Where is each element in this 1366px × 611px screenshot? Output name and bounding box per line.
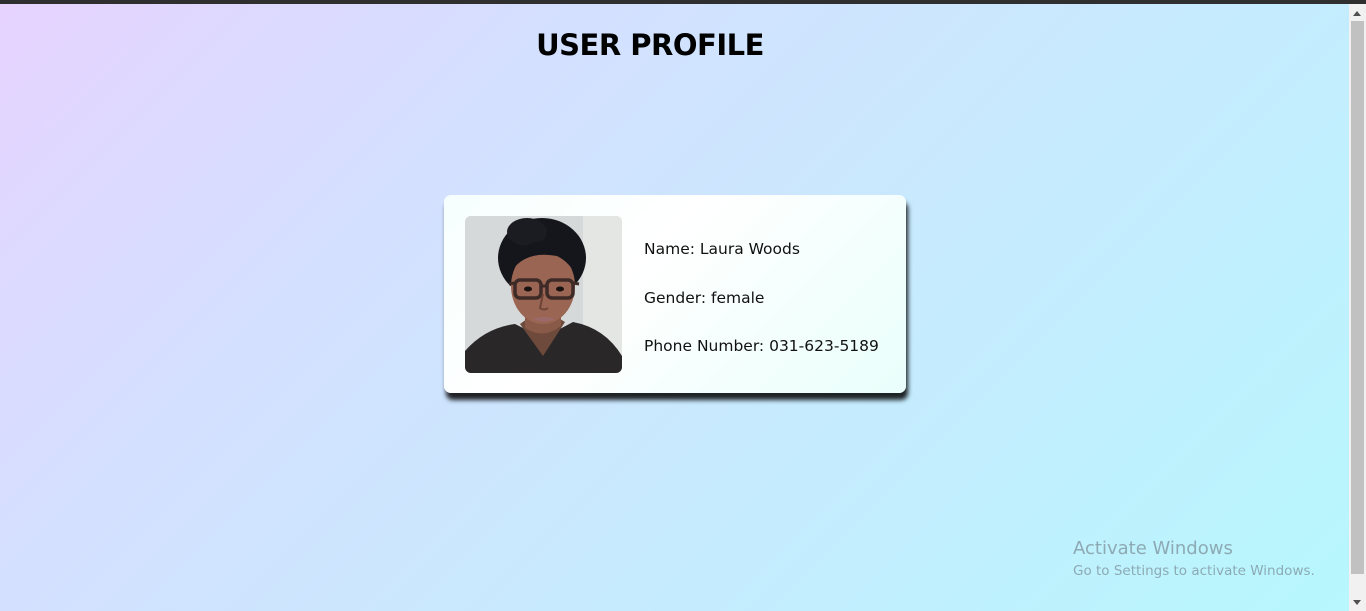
profile-gender: Gender: female <box>644 288 765 307</box>
page-viewport: USER PROFILE Name: Laura Woods Gender: f… <box>0 4 1349 611</box>
watermark-title: Activate Windows <box>1073 538 1233 559</box>
avatar <box>465 216 622 373</box>
scrollbar-thumb[interactable] <box>1351 21 1364 574</box>
profile-phone: Phone Number: 031-623-5189 <box>644 337 879 355</box>
watermark-subtitle: Go to Settings to activate Windows. <box>1073 563 1315 579</box>
scroll-down-arrow-icon[interactable] <box>1353 600 1361 605</box>
profile-photo <box>465 216 622 373</box>
profile-name: Name: Laura Woods <box>644 240 800 258</box>
scroll-up-arrow-icon[interactable] <box>1353 11 1361 16</box>
activate-windows-watermark: Activate Windows Go to Settings to activ… <box>1073 538 1315 580</box>
profile-info: Name: Laura Woods Gender: female Phone N… <box>644 240 879 386</box>
profile-card: Name: Laura Woods Gender: female Phone N… <box>444 195 906 393</box>
page-title: USER PROFILE <box>536 28 764 62</box>
vertical-scrollbar[interactable] <box>1349 4 1366 611</box>
